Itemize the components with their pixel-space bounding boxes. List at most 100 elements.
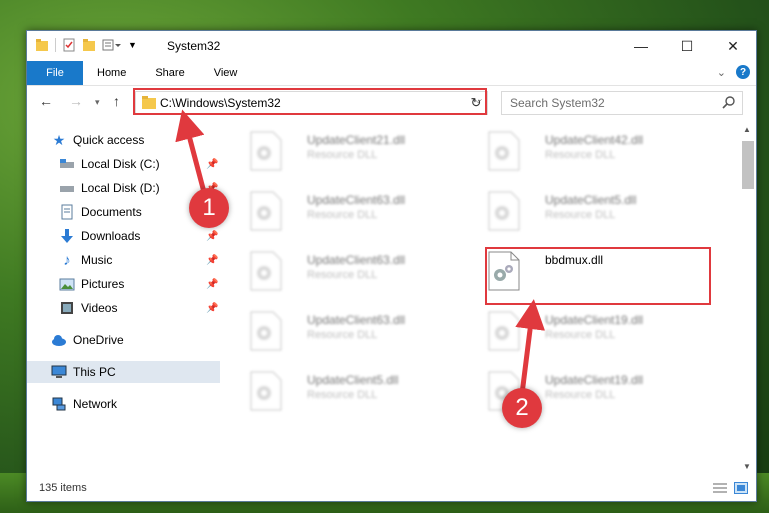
- documents-icon: [61, 204, 73, 220]
- sidebar-item-quick-access[interactable]: ★ Quick access: [27, 129, 220, 151]
- pin-icon: 📌: [206, 278, 219, 290]
- sidebar-item-network[interactable]: Network: [27, 393, 220, 415]
- file-type: Resource DLL: [545, 329, 616, 341]
- sidebar-item-label: This PC: [73, 365, 116, 379]
- dll-file-icon: [488, 311, 520, 351]
- vertical-scrollbar[interactable]: ▲ ▼: [740, 123, 754, 473]
- file-name: UpdateClient5.dll: [545, 193, 637, 207]
- cloud-icon: [52, 335, 66, 346]
- file-type: Resource DLL: [307, 329, 378, 341]
- sidebar-item-pictures[interactable]: Pictures 📌: [27, 273, 220, 295]
- file-type: Resource DLL: [307, 149, 378, 161]
- dll-file-icon: [250, 371, 282, 411]
- back-arrow-icon[interactable]: ←: [39, 93, 53, 109]
- step-1-callout: 1: [189, 188, 229, 228]
- file-name: UpdateClient63.dll: [307, 253, 406, 267]
- download-icon: [61, 229, 73, 243]
- dll-file-icon: [250, 251, 282, 291]
- expand-ribbon-icon[interactable]: ⌄: [717, 66, 726, 79]
- up-arrow-icon[interactable]: ↑: [113, 93, 120, 109]
- sidebar-item-onedrive[interactable]: OneDrive: [27, 329, 220, 351]
- item-count: 135 items: [39, 482, 87, 494]
- pin-icon: 📌: [206, 230, 219, 242]
- videos-icon: [61, 302, 73, 314]
- sidebar-item-music[interactable]: ♪ Music 📌: [27, 249, 220, 271]
- dll-file-icon: [250, 191, 282, 231]
- pin-icon: 📌: [206, 302, 219, 314]
- drive-icon: [60, 159, 74, 168]
- file-item[interactable]: UpdateClient63.dll Resource DLL: [249, 307, 449, 359]
- file-type: Resource DLL: [545, 149, 616, 161]
- file-name: UpdateClient63.dll: [307, 193, 406, 207]
- sidebar-item-this-pc[interactable]: This PC: [27, 361, 220, 383]
- search-input[interactable]: Search System32: [510, 96, 605, 110]
- tab-view[interactable]: View: [214, 67, 238, 79]
- file-type: Resource DLL: [545, 209, 616, 221]
- file-item[interactable]: UpdateClient5.dll Resource DLL: [249, 367, 449, 419]
- file-highlight-box: [485, 247, 711, 305]
- status-bar: 135 items: [27, 477, 756, 501]
- scroll-down-icon[interactable]: ▼: [740, 462, 754, 471]
- sidebar-item-label: Local Disk (D:): [81, 181, 160, 195]
- file-type: Resource DLL: [545, 389, 616, 401]
- recent-locations-icon[interactable]: ▾: [95, 97, 100, 108]
- sidebar-item-local-disk-c[interactable]: Local Disk (C:) 📌: [27, 153, 220, 175]
- sidebar-item-label: Quick access: [73, 133, 145, 147]
- sidebar-item-label: Network: [73, 397, 118, 411]
- file-type: Resource DLL: [307, 209, 378, 221]
- quick-access-toolbar: ▼: [35, 38, 137, 52]
- forward-arrow-icon[interactable]: →: [69, 93, 83, 109]
- scroll-up-icon[interactable]: ▲: [740, 125, 754, 134]
- customize-icon[interactable]: [102, 38, 122, 52]
- qat-dropdown-icon[interactable]: ▼: [128, 40, 137, 50]
- sidebar-item-label: Pictures: [81, 277, 125, 291]
- pin-icon: 📌: [206, 158, 219, 170]
- dll-file-icon: [488, 131, 520, 171]
- help-icon[interactable]: ?: [736, 65, 750, 79]
- address-highlight-box: [133, 88, 487, 115]
- dll-file-icon: [250, 311, 282, 351]
- music-icon: ♪: [63, 251, 71, 269]
- file-item[interactable]: UpdateClient21.dll Resource DLL: [249, 127, 449, 179]
- tab-file[interactable]: File: [27, 61, 83, 85]
- sidebar-item-downloads[interactable]: Downloads 📌: [27, 225, 220, 247]
- pc-icon: [51, 365, 67, 378]
- details-view-icon[interactable]: [712, 482, 728, 494]
- step-2-callout: 2: [502, 388, 542, 428]
- file-item[interactable]: UpdateClient19.dll Resource DLL: [487, 307, 687, 359]
- title-bar: ▼ System32 — ☐ ✕: [27, 31, 756, 61]
- pictures-icon: [59, 278, 75, 291]
- navigation-bar: ← → ▾ ↑ C:\Windows\System32 ⌵ ↻ Search S…: [27, 85, 756, 119]
- scroll-thumb[interactable]: [742, 141, 754, 189]
- file-name: UpdateClient21.dll: [307, 133, 406, 147]
- file-name: UpdateClient63.dll: [307, 313, 406, 327]
- new-folder-icon[interactable]: [82, 38, 96, 52]
- file-item[interactable]: UpdateClient5.dll Resource DLL: [487, 187, 687, 239]
- sidebar-item-local-disk-d[interactable]: Local Disk (D:) 📌: [27, 177, 220, 199]
- tab-share[interactable]: Share: [155, 67, 184, 79]
- properties-icon[interactable]: [62, 38, 76, 52]
- dll-file-icon: [250, 131, 282, 171]
- sidebar-item-label: OneDrive: [73, 333, 124, 347]
- separator: [55, 38, 56, 52]
- sidebar-item-label: Documents: [81, 205, 142, 219]
- sidebar-item-label: Downloads: [81, 229, 141, 243]
- sidebar-item-videos[interactable]: Videos 📌: [27, 297, 220, 319]
- dll-file-icon: [488, 191, 520, 231]
- file-item[interactable]: UpdateClient42.dll Resource DLL: [487, 127, 687, 179]
- sidebar-item-label: Local Disk (C:): [81, 157, 160, 171]
- file-item[interactable]: UpdateClient63.dll Resource DLL: [249, 247, 449, 299]
- file-type: Resource DLL: [307, 269, 378, 281]
- search-icon[interactable]: [722, 95, 736, 109]
- folder-icon: [36, 39, 48, 51]
- large-icons-view-icon[interactable]: [734, 482, 748, 494]
- search-box[interactable]: Search System32: [501, 91, 743, 115]
- star-icon: ★: [52, 131, 66, 148]
- file-item[interactable]: UpdateClient63.dll Resource DLL: [249, 187, 449, 239]
- close-button[interactable]: ✕: [710, 31, 756, 61]
- file-explorer-window: ▼ System32 — ☐ ✕ File Home Share View ⌄ …: [26, 30, 757, 502]
- maximize-button[interactable]: ☐: [664, 31, 710, 61]
- tab-home[interactable]: Home: [97, 67, 126, 79]
- minimize-button[interactable]: —: [618, 31, 664, 61]
- file-name: UpdateClient5.dll: [307, 373, 399, 387]
